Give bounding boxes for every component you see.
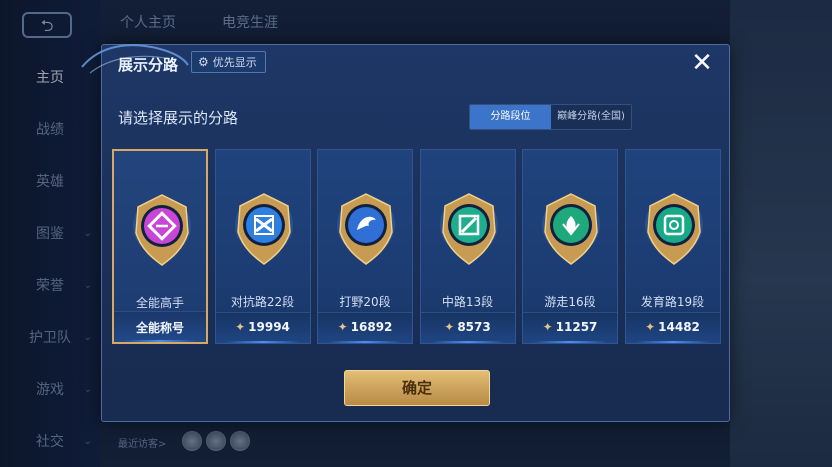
footer-glow-decoration — [533, 341, 607, 343]
dialog-subtitle: 请选择展示的分路 — [118, 109, 239, 127]
rank-level-icon: ✦ — [645, 320, 656, 334]
priority-display-label: 优先显示 — [212, 56, 257, 69]
mid-lane-icon — [439, 192, 499, 266]
footer-glow-decoration — [328, 341, 402, 343]
footer-glow-decoration — [430, 341, 505, 343]
lane-card-selected[interactable]: 全能高手 全能称号 — [112, 149, 208, 344]
rank-level-icon: ✦ — [337, 320, 348, 334]
lane-card-value-row: ✦ 14482 — [626, 320, 720, 334]
priority-display-button[interactable]: ⚙ 优先显示 — [191, 51, 266, 73]
lane-card-footer: ✦ 11257 — [523, 312, 617, 343]
tab-lane-rank[interactable]: 分路段位 — [470, 105, 551, 129]
lane-card-value: 8573 — [457, 320, 491, 334]
rank-level-icon: ✦ — [235, 320, 246, 334]
gear-icon: ⚙ — [198, 55, 209, 69]
lane-card-value-row: ✦ 19994 — [216, 320, 310, 334]
confirm-button[interactable]: 确定 — [344, 370, 490, 406]
ranking-type-toggle: 分路段位 巅峰分路(全国) — [469, 104, 632, 130]
lane-card-value-row: ✦ 11257 — [523, 320, 617, 334]
rank-level-icon: ✦ — [444, 320, 455, 334]
lane-card-footer: ✦ 19994 — [215, 312, 310, 343]
lane-card-value-row: ✦ 8573 — [421, 320, 515, 334]
lane-card[interactable]: 中路13段 ✦ 8573 — [419, 149, 516, 344]
lane-card-value: 全能称号 — [135, 321, 184, 335]
lane-card-name: 打野20段 — [339, 295, 391, 309]
rank-level-icon: ✦ — [542, 320, 553, 334]
lane-card[interactable]: 发育路19段 ✦ 14482 — [624, 149, 721, 344]
lane-card-value-row: 全能称号 — [114, 319, 206, 336]
lane-card-name: 全能高手 — [135, 296, 184, 310]
lane-card-value-row: ✦ 16892 — [318, 320, 412, 334]
tab-peak-lane-national[interactable]: 巅峰分路(全国) — [551, 105, 631, 129]
lane-card-name: 发育路19段 — [640, 295, 705, 309]
lane-card-footer: ✦ 14482 — [625, 312, 720, 343]
lane-card-name: 中路13段 — [441, 295, 494, 309]
lane-card-name: 对抗路22段 — [230, 295, 295, 309]
lane-card-name: 游走16段 — [544, 295, 596, 309]
lane-card-value: 16892 — [350, 320, 393, 334]
dialog-title: 展示分路 — [118, 56, 179, 74]
lane-card[interactable]: 打野20段 ✦ 16892 — [317, 149, 413, 344]
jungle-icon — [336, 192, 396, 266]
lane-card[interactable]: 游走16段 ✦ 11257 — [522, 149, 618, 344]
footer-glow-decoration — [124, 340, 196, 342]
lane-display-dialog: 展示分路 ⚙ 优先显示 ✕ 请选择展示的分路 分路段位 巅峰分路(全国) 全能高… — [81, 44, 730, 422]
all-round-icon — [132, 193, 192, 267]
roam-icon — [541, 192, 601, 266]
close-icon[interactable]: ✕ — [687, 49, 717, 79]
lane-card-footer: ✦ 8573 — [420, 312, 515, 343]
farm-lane-icon — [644, 192, 704, 266]
lane-card-value: 14482 — [658, 320, 700, 334]
footer-glow-decoration — [635, 341, 710, 343]
lane-card-footer: 全能称号 — [114, 311, 206, 342]
lane-card[interactable]: 对抗路22段 ✦ 19994 — [214, 149, 311, 344]
footer-glow-decoration — [225, 341, 300, 343]
lane-card-value: 19994 — [248, 320, 290, 334]
lane-card-value: 11257 — [555, 320, 598, 334]
lane-card-footer: ✦ 16892 — [318, 312, 412, 343]
clash-lane-icon — [234, 192, 294, 266]
